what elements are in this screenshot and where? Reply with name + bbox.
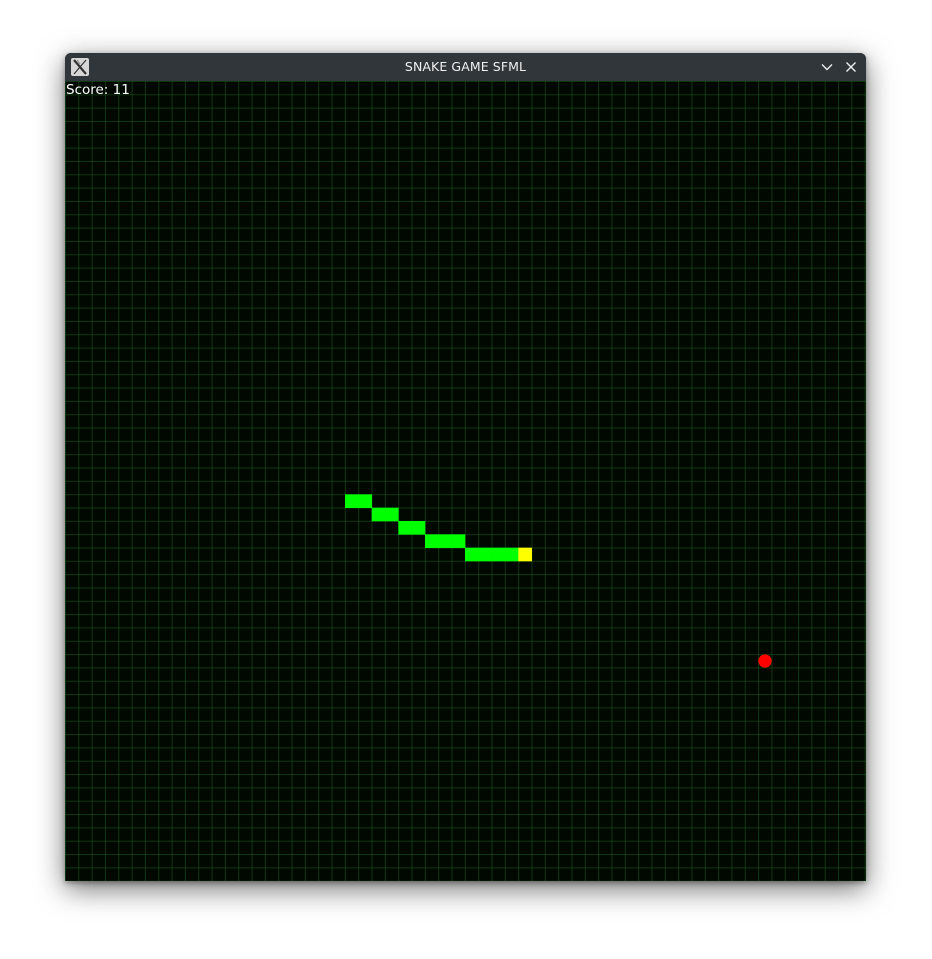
snake-playfield xyxy=(345,494,772,668)
score-label: Score: xyxy=(66,82,109,98)
snake-body-segment xyxy=(491,547,506,562)
snake-body-segment xyxy=(478,547,492,562)
food-apple xyxy=(758,654,772,668)
minimize-button[interactable] xyxy=(817,57,837,77)
title-bar[interactable]: SNAKE GAME SFML xyxy=(65,53,866,81)
snake-body-segment xyxy=(398,521,412,535)
score-value: 11 xyxy=(112,82,130,98)
snake-body-segment xyxy=(465,547,479,562)
chevron-down-icon xyxy=(817,57,837,77)
game-window: SNAKE GAME SFML Score: 11 xyxy=(65,53,866,881)
close-icon xyxy=(841,57,861,77)
snake-head xyxy=(518,547,532,562)
snake-body-segment xyxy=(451,534,466,548)
snake-body-segment xyxy=(358,494,372,508)
snake-body-segment xyxy=(411,521,426,535)
score-display: Score: 11 xyxy=(66,82,130,98)
snake-body-segment xyxy=(371,507,386,522)
close-button[interactable] xyxy=(841,57,861,77)
snake-body-segment xyxy=(345,494,359,508)
snake-body-segment xyxy=(385,507,399,522)
snake-body-segment xyxy=(505,547,519,562)
window-title: SNAKE GAME SFML xyxy=(404,59,527,74)
snake-body-segment xyxy=(438,534,452,548)
snake-body-segment xyxy=(425,534,439,548)
game-board[interactable]: Score: 11 xyxy=(65,81,866,881)
